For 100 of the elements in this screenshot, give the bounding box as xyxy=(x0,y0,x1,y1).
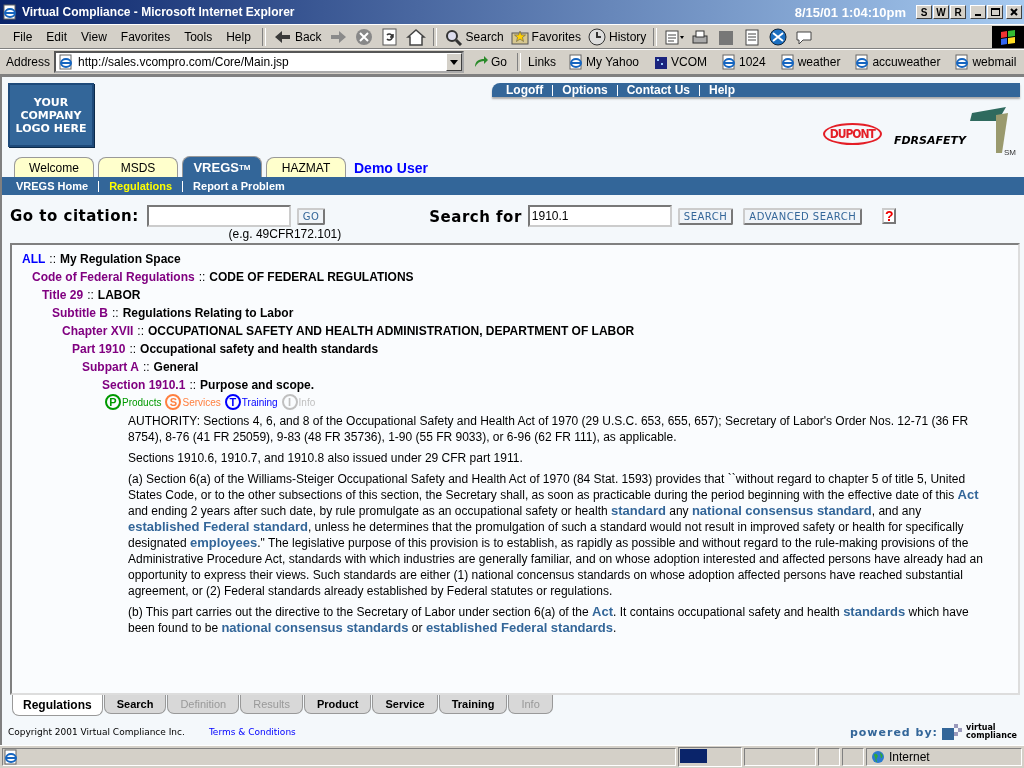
breadcrumb-link[interactable]: Subtitle B xyxy=(52,306,108,320)
title-bar-button[interactable]: R xyxy=(950,5,966,19)
zone-text: Internet xyxy=(889,750,930,764)
bottom-tab[interactable]: Regulations xyxy=(12,695,103,716)
go-button[interactable]: GO xyxy=(296,207,326,225)
search-field[interactable]: 1910.1 xyxy=(527,205,672,227)
link-button[interactable]: webmail xyxy=(949,54,1022,70)
breadcrumb-link[interactable]: Subpart A xyxy=(82,360,139,374)
link-button[interactable]: weather xyxy=(774,54,846,70)
stop-icon[interactable] xyxy=(353,27,374,46)
terms-link[interactable]: Terms & Conditions xyxy=(208,727,296,737)
breadcrumb-link[interactable]: Code of Federal Regulations xyxy=(32,270,195,284)
term-link[interactable]: standard xyxy=(611,503,666,518)
header-link[interactable]: Help xyxy=(709,83,735,97)
letter-badge[interactable]: P xyxy=(105,394,121,410)
page-icon xyxy=(721,54,737,70)
badge-link[interactable]: Training xyxy=(241,396,278,408)
browser-icon xyxy=(2,4,18,20)
term-link[interactable]: national consensus standard xyxy=(691,503,872,518)
toolbar-button[interactable]: History xyxy=(583,26,650,47)
tab[interactable]: VREGS$^{TM}$ xyxy=(182,156,262,177)
mail-icon[interactable] xyxy=(664,27,685,46)
separator-text: :: xyxy=(129,342,137,356)
links-label: Links xyxy=(527,55,558,69)
nav-link[interactable]: Report a Problem xyxy=(193,180,285,192)
node-title: Regulations Relating to Labor xyxy=(122,306,294,320)
term-link[interactable]: Act xyxy=(592,604,613,619)
toolbar-button[interactable]: Favorites xyxy=(506,26,584,47)
regulation-paragraph: (b) This part carries out the directive to the Secretary of Labor under section 6(a) of the Act. It contains occupational safety and health standards which have been found to be national consensus standards or established Federal standards. xyxy=(128,604,970,636)
user-name: Demo User xyxy=(354,159,428,176)
term-link[interactable]: established Federal standard xyxy=(128,519,308,534)
breadcrumb-link[interactable]: Part 1910 xyxy=(72,342,126,356)
menu-item[interactable]: Tools xyxy=(177,27,220,46)
term-link[interactable]: established Federal standards xyxy=(425,620,613,635)
title-bar-button[interactable]: W xyxy=(933,5,949,19)
toolbar-button[interactable]: Back xyxy=(269,26,325,47)
bottom-tab[interactable]: Training xyxy=(438,695,508,714)
help-button[interactable]: ? xyxy=(882,208,897,224)
menu-item[interactable]: View xyxy=(74,27,114,46)
term-link[interactable]: national consensus standards xyxy=(221,620,409,635)
node-title: General xyxy=(153,360,199,374)
close-button[interactable] xyxy=(1006,5,1022,19)
regulation-paragraph: (a) Section 6(a) of the Williams-Steiger Occupational Safety and Health Act of 1970 (84 Stat. 1593) provides that ``without regard to chapter 5 of title 5, United States Code, or to the other subsections of this section, the Secretary shall, as soon as practicable during the period beginning with the effective date of this Act and ending 2 years after such date, by rule promulgate as an occupational safety or health standard any national consensus standard, and any established Federal standard, unless he determines that the promulgation of such a standard would not result in improved safety or health for specifically designated employees." The legislative purpose of this provision is to establish, as rapidly as possible and without regard to the rule-making provisions of the Administrative Procedure Act, standards with which industries are generally familiar, and on whose adoption interested and affected persons have already had an opportunity to express their views. Such standards are either (1) national concensus standards on whose adoption affected persons have reached substantial agreement, or (2) Federal standards already established by Federal statutes or regulations. xyxy=(128,471,984,599)
page-icon xyxy=(3,749,19,765)
advanced-search-button[interactable]: ADVANCED SEARCH xyxy=(743,207,863,225)
term-link[interactable]: Act xyxy=(957,487,979,502)
node-title: OCCUPATIONAL SAFETY AND HEALTH ADMINISTRATION, DEPARTMENT OF LABOR xyxy=(148,324,635,338)
regulation-paragraph: AUTHORITY: Sections 4, 6, and 8 of the Occupational Safety and Health Act of 1970 (29 U.S.C. 653, 655, 657); Secretary of Labor's Order Nos. 12-71 (36 FR 8754), 8-76 (41 FR 25059), 9-83 (48 FR 35736), 1-90 (55 FR 9033), or 6-96 (62 FR 111), as applicable. xyxy=(128,413,970,445)
vendor-logo-text: virtual compliance xyxy=(966,724,1018,740)
status-pane xyxy=(842,748,864,766)
breadcrumb-link[interactable]: Chapter XVII xyxy=(62,324,134,338)
bottom-tab[interactable]: Product xyxy=(303,695,372,714)
page-icon xyxy=(58,54,75,70)
link-button[interactable]: My Yahoo xyxy=(563,54,644,70)
nav-link[interactable]: Regulations xyxy=(109,180,173,192)
menu-item[interactable]: Help xyxy=(219,27,258,46)
separator-text: :: xyxy=(198,270,206,284)
term-link[interactable]: standards xyxy=(843,604,906,619)
bottom-tab[interactable]: Search xyxy=(103,695,167,714)
printer-icon[interactable] xyxy=(690,27,711,46)
menu-item[interactable]: File xyxy=(6,27,40,46)
address-field[interactable]: http://sales.vcompro.com/Core/Main.jsp xyxy=(54,51,465,73)
home-icon[interactable] xyxy=(405,27,426,46)
tab[interactable]: MSDS xyxy=(98,157,178,177)
search-button[interactable]: SEARCH xyxy=(677,207,734,225)
breadcrumb-link[interactable]: Section 1910.1 xyxy=(102,378,186,392)
go-button[interactable]: Go xyxy=(468,55,514,69)
header-link[interactable]: Options xyxy=(562,83,608,97)
citation-field[interactable] xyxy=(146,205,291,227)
menu-item[interactable]: Edit xyxy=(39,27,75,46)
node-title: My Regulation Space xyxy=(60,252,181,266)
title-bar-button[interactable]: S xyxy=(916,5,932,19)
header-link[interactable]: Logoff xyxy=(506,83,544,97)
letter-badge[interactable]: T xyxy=(224,394,241,410)
menu-item[interactable]: Favorites xyxy=(113,27,178,46)
breadcrumb-link[interactable]: Title 29 xyxy=(42,288,84,302)
node-title: Occupational safety and health standards xyxy=(140,342,379,356)
badge-link[interactable]: Products xyxy=(122,396,162,408)
toolbar-button[interactable]: Search xyxy=(440,26,507,47)
term-link[interactable]: employees xyxy=(190,535,258,550)
maximize-button[interactable] xyxy=(987,5,1003,19)
minimize-button[interactable] xyxy=(970,5,986,19)
address-label: Address xyxy=(6,55,51,69)
breadcrumb-link[interactable]: ALL xyxy=(22,252,46,266)
citation-label: Go to citation: xyxy=(10,207,139,225)
nav-link[interactable]: VREGS Home xyxy=(16,180,89,192)
brand-logo-text: FDRSAFETY xyxy=(893,134,966,147)
tab[interactable]: HAZMAT xyxy=(266,157,346,177)
header-link[interactable]: Contact Us xyxy=(626,83,690,97)
page-icon xyxy=(854,54,871,70)
refresh-icon[interactable] xyxy=(379,27,400,46)
regulation-paragraph: Sections 1910.6, 1910.7, and 1910.8 also issued under 29 CFR part 1911. xyxy=(128,450,524,466)
bottom-tab[interactable]: Service xyxy=(372,695,438,714)
dropdown-arrow-icon[interactable] xyxy=(450,59,459,65)
partner-logo: DUPONT xyxy=(822,123,882,145)
link-button[interactable]: accuweather xyxy=(849,54,946,70)
link-button[interactable]: VCOM xyxy=(648,54,712,70)
link-button[interactable]: 1024 xyxy=(716,54,771,70)
page-icon xyxy=(568,54,585,70)
tab[interactable]: Welcome xyxy=(14,157,94,177)
